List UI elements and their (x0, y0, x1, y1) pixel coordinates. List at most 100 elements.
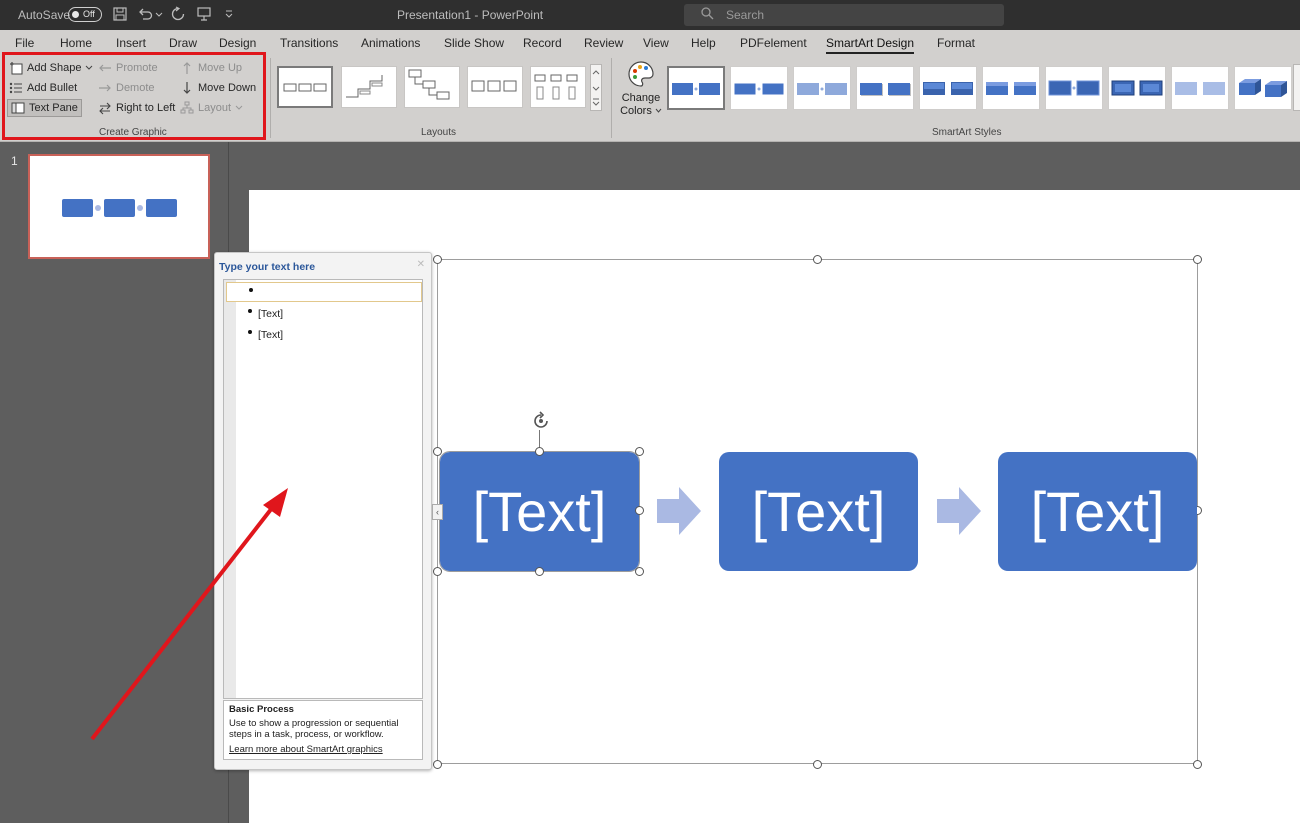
search-placeholder: Search (726, 8, 765, 22)
smartart-text-pane: Type your text here ✕ [Text] [Text] Basi… (214, 252, 432, 770)
layout-description-box: Basic Process Use to show a progression … (223, 700, 423, 760)
resize-handle[interactable] (813, 760, 822, 769)
smartart-style-2[interactable] (730, 66, 788, 110)
tab-design[interactable]: Design (219, 36, 256, 50)
shape-resize-handle[interactable] (635, 506, 644, 515)
styles-gallery-scroll[interactable] (1293, 64, 1300, 111)
shape-resize-handle[interactable] (635, 447, 644, 456)
resize-handle[interactable] (433, 255, 442, 264)
layout-thumb-5[interactable] (530, 66, 586, 108)
change-colors-button[interactable]: Change Colors (620, 60, 662, 124)
layout-thumb-3[interactable] (404, 66, 460, 108)
shape-resize-handle[interactable] (433, 447, 442, 456)
customize-qat-icon[interactable] (224, 6, 234, 22)
step-up-process-layout-icon (346, 75, 383, 98)
resize-handle[interactable] (1193, 760, 1202, 769)
smartart-style-9[interactable] (1171, 66, 1229, 110)
slide-thumbnail[interactable] (28, 154, 210, 259)
shape-resize-handle[interactable] (433, 567, 442, 576)
layouts-gallery-scroll[interactable] (590, 64, 602, 111)
tab-transitions[interactable]: Transitions (280, 36, 338, 50)
tab-view[interactable]: View (643, 36, 669, 50)
shape-resize-handle[interactable] (635, 567, 644, 576)
tab-home[interactable]: Home (60, 36, 92, 50)
tab-file[interactable]: File (15, 36, 34, 50)
layout-thumb-2[interactable] (341, 66, 397, 108)
text-pane-button[interactable]: Text Pane (7, 99, 82, 117)
add-bullet-label: Add Bullet (27, 82, 78, 94)
add-shape-button[interactable]: Add Shape (9, 59, 93, 77)
shape-text: [Text] (751, 480, 886, 543)
tab-insert[interactable]: Insert (116, 36, 146, 50)
list-item[interactable]: [Text] (226, 325, 422, 345)
close-icon[interactable]: ✕ (417, 259, 425, 270)
list-item[interactable] (226, 282, 422, 302)
tab-record[interactable]: Record (523, 36, 562, 50)
redo-icon[interactable] (170, 6, 186, 22)
process-shape-2[interactable]: [Text] (719, 452, 918, 571)
tab-draw[interactable]: Draw (169, 36, 197, 50)
tab-pdfelement[interactable]: PDFelement (740, 36, 807, 50)
bullet-icon (249, 288, 253, 292)
smartart-style-3[interactable] (793, 66, 851, 110)
chevron-process-layout-icon (471, 80, 517, 92)
present-icon[interactable] (196, 6, 212, 22)
basic-process-layout-icon (283, 83, 327, 92)
tab-animations[interactable]: Animations (361, 36, 420, 50)
undo-icon[interactable] (137, 6, 153, 22)
shape-resize-handle[interactable] (535, 447, 544, 456)
tab-help[interactable]: Help (691, 36, 716, 50)
learn-more-link[interactable]: Learn more about SmartArt graphics (229, 744, 417, 755)
process-arrow-2 (937, 487, 981, 535)
title-bar: AutoSave Off Presentation1 - PowerPoint … (0, 0, 1300, 30)
shape-resize-handle[interactable] (535, 567, 544, 576)
process-arrow-1 (657, 487, 701, 535)
process-shape-3[interactable]: [Text] (998, 452, 1197, 571)
process-shape-1[interactable]: [Text] (439, 451, 640, 572)
move-up-button[interactable]: Move Up (180, 59, 242, 77)
tab-format[interactable]: Format (937, 36, 975, 50)
demote-button[interactable]: Demote (98, 79, 155, 97)
search-box[interactable]: Search (684, 4, 1004, 26)
text-pane-icon (11, 102, 25, 114)
smartart-style-6[interactable] (982, 66, 1040, 110)
right-to-left-button[interactable]: Right to Left (98, 99, 175, 117)
move-down-button[interactable]: Move Down (180, 79, 256, 97)
text-pane-list[interactable]: [Text] [Text] (223, 279, 423, 699)
smartart-style-5[interactable] (919, 66, 977, 110)
thumb-shape (104, 199, 135, 217)
layouts-group-label: Layouts (421, 127, 457, 138)
smartart-style-4[interactable] (856, 66, 914, 110)
add-bullet-button[interactable]: Add Bullet (9, 79, 77, 97)
list-item[interactable]: [Text] (226, 304, 422, 324)
document-title: Presentation1 - PowerPoint (397, 8, 544, 22)
autosave-toggle[interactable]: Off (68, 7, 102, 22)
tab-smartart-design[interactable]: SmartArt Design (826, 36, 915, 54)
palette-icon (628, 61, 654, 87)
scroll-arrows-icon (592, 70, 600, 106)
smartart-styles-group-label: SmartArt Styles (932, 127, 1002, 138)
undo-dropdown-icon[interactable] (155, 6, 163, 22)
arrow-up-icon (183, 62, 191, 74)
tab-review[interactable]: Review (584, 36, 623, 50)
menu-bar: File Home Insert Draw Design Transitions… (0, 30, 1300, 54)
resize-handle[interactable] (433, 760, 442, 769)
layout-thumb-basic-process[interactable] (277, 66, 333, 108)
save-icon[interactable] (112, 6, 128, 22)
tab-slide-show[interactable]: Slide Show (444, 36, 504, 50)
layout-thumb-4[interactable] (467, 66, 523, 108)
bullet-icon (248, 330, 252, 334)
resize-handle[interactable] (813, 255, 822, 264)
promote-button[interactable]: Promote (98, 59, 158, 77)
text-pane-toggle[interactable]: ‹ (432, 504, 443, 520)
resize-handle[interactable] (1193, 255, 1202, 264)
thumb-shape (62, 199, 93, 217)
layout-button[interactable]: Layout (180, 99, 243, 117)
smartart-style-1[interactable] (667, 66, 725, 110)
add-shape-icon (10, 62, 23, 75)
rotate-handle-icon[interactable] (530, 410, 552, 432)
smartart-style-8[interactable] (1108, 66, 1166, 110)
smartart-style-10[interactable] (1234, 66, 1292, 110)
autosave-label: AutoSave (18, 8, 71, 22)
smartart-style-7[interactable] (1045, 66, 1103, 110)
